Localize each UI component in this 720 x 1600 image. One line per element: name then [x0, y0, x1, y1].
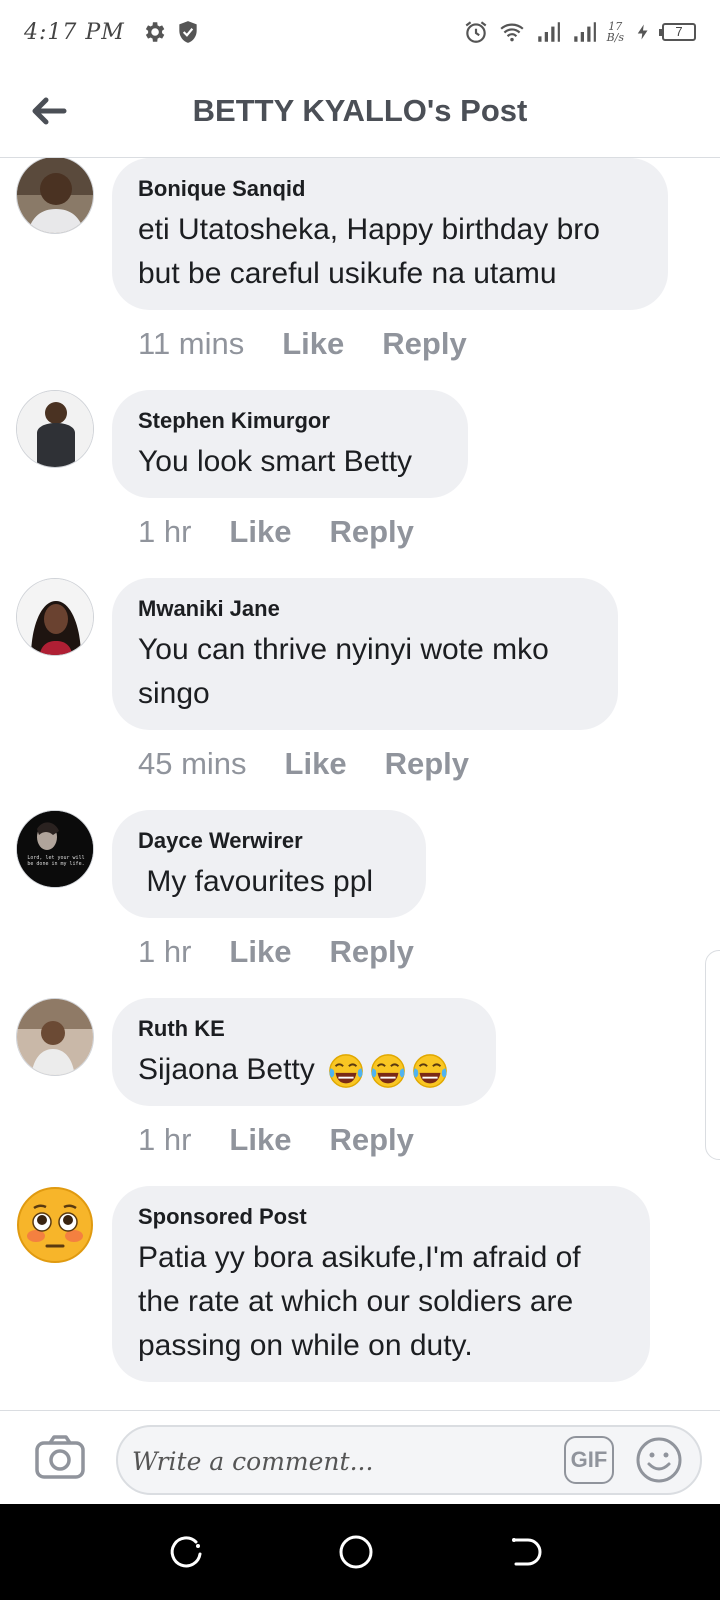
smiley-icon[interactable]: [634, 1435, 684, 1485]
comment-author[interactable]: Bonique Sanqid: [138, 176, 642, 202]
laughing-tears-emoji: [413, 1054, 447, 1088]
like-button[interactable]: Like: [282, 326, 344, 362]
camera-icon[interactable]: [34, 1433, 86, 1481]
comment-author[interactable]: Sponsored Post: [138, 1204, 624, 1230]
comment-composer: GIF: [0, 1410, 720, 1504]
side-panel-handle[interactable]: [705, 950, 720, 1160]
comment-text-value: Sijaona Betty: [138, 1053, 315, 1086]
signal-icon: [537, 22, 560, 42]
signal-icon: [573, 22, 596, 42]
flushed-face-emoji: [17, 1187, 93, 1263]
comment-text: eti Utatosheka, Happy birthday bro but b…: [138, 213, 600, 290]
comment-actions: 11 mins Like Reply: [138, 326, 505, 362]
comment-time[interactable]: 11 mins: [138, 326, 244, 362]
arrow-left-icon: [32, 97, 67, 124]
comment-bubble: Mwaniki Jane You can thrive nyinyi wote …: [112, 578, 618, 730]
wifi-icon: [500, 23, 524, 42]
comment-author[interactable]: Stephen Kimurgor: [138, 408, 442, 434]
like-button[interactable]: Like: [229, 514, 291, 550]
comment-list[interactable]: Bonique Sanqid eti Utatosheka, Happy bir…: [0, 158, 720, 1410]
comment-input-box[interactable]: GIF: [116, 1425, 702, 1495]
avatar[interactable]: [16, 390, 94, 468]
avatar[interactable]: [16, 158, 94, 234]
comment-actions: 1 hr Like Reply: [138, 514, 452, 550]
net-speed: 17 B/s: [607, 21, 624, 43]
comment-text: You can thrive nyinyi wote mko singo: [138, 633, 549, 710]
reply-button[interactable]: Reply: [385, 746, 469, 782]
shield-icon: [179, 21, 197, 43]
comment-actions: 1 hr Like Reply: [138, 1122, 452, 1158]
comment-time[interactable]: 1 hr: [138, 934, 191, 970]
gif-button[interactable]: GIF: [564, 1436, 614, 1484]
home-icon[interactable]: [336, 1532, 376, 1572]
comment-text: You look smart Betty: [138, 445, 413, 478]
like-button[interactable]: Like: [229, 934, 291, 970]
comment-text: My favourites ppl: [138, 865, 374, 898]
reply-button[interactable]: Reply: [329, 934, 413, 970]
back-icon[interactable]: [506, 1532, 546, 1572]
comment-bubble: Ruth KE Sijaona Betty: [112, 998, 496, 1106]
alarm-icon: [465, 21, 486, 43]
like-button[interactable]: Like: [285, 746, 347, 782]
comment-author[interactable]: Dayce Werwirer: [138, 828, 400, 854]
recents-icon[interactable]: [166, 1532, 206, 1572]
avatar[interactable]: [16, 1186, 94, 1264]
comment-author[interactable]: Ruth KE: [138, 1016, 470, 1042]
comment-time[interactable]: 1 hr: [138, 514, 191, 550]
page-title: BETTY KYALLO's Post: [192, 92, 528, 128]
comment-bubble: Stephen Kimurgor You look smart Betty: [112, 390, 468, 498]
comment-author[interactable]: Mwaniki Jane: [138, 596, 592, 622]
charging-icon: [637, 24, 648, 40]
avatar[interactable]: [16, 578, 94, 656]
comment-bubble: Dayce Werwirer My favourites ppl: [112, 810, 426, 918]
comment-bubble: Bonique Sanqid eti Utatosheka, Happy bir…: [112, 158, 668, 310]
comment-actions: 45 mins Like Reply: [138, 746, 507, 782]
laughing-tears-emoji: [329, 1054, 363, 1088]
status-bar: 4:17 PM 17 B/s 7: [0, 0, 720, 64]
gear-icon: [145, 22, 165, 42]
comment-text: Sijaona Betty: [138, 1048, 470, 1092]
avatar[interactable]: [16, 998, 94, 1076]
avatar-caption: Lord, let your will be done in my life.: [27, 855, 85, 867]
comment-time[interactable]: 1 hr: [138, 1122, 191, 1158]
comment-text: Patia yy bora asikufe,I'm afraid of the …: [138, 1241, 581, 1362]
app-header: BETTY KYALLO's Post: [0, 64, 720, 158]
system-nav-bar: [0, 1504, 720, 1600]
laughing-tears-emoji: [371, 1054, 405, 1088]
status-time: 4:17 PM: [24, 19, 125, 45]
comment-actions: 1 hr Like Reply: [138, 934, 452, 970]
comment-input[interactable]: [132, 1441, 532, 1481]
comment-bubble: Sponsored Post Patia yy bora asikufe,I'm…: [112, 1186, 650, 1382]
back-button[interactable]: [18, 81, 78, 141]
comment-time[interactable]: 45 mins: [138, 746, 247, 782]
reply-button[interactable]: Reply: [329, 1122, 413, 1158]
battery-level: 7: [675, 24, 683, 39]
like-button[interactable]: Like: [229, 1122, 291, 1158]
net-speed-unit: B/s: [606, 31, 624, 44]
avatar[interactable]: Lord, let your will be done in my life.: [16, 810, 94, 888]
reply-button[interactable]: Reply: [329, 514, 413, 550]
reply-button[interactable]: Reply: [382, 326, 466, 362]
battery-icon: 7: [659, 23, 696, 41]
